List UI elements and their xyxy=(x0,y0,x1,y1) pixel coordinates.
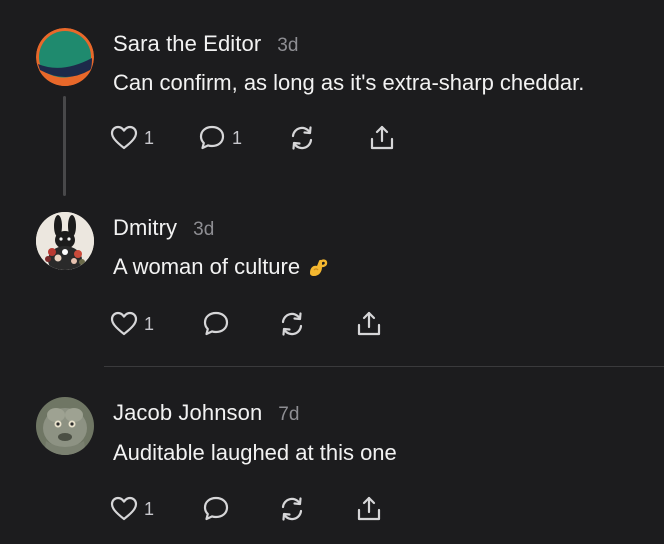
restack-button[interactable] xyxy=(278,309,306,339)
speech-bubble-icon xyxy=(199,125,225,150)
comment-thread: Sara the Editor 3d Can confirm, as long … xyxy=(0,0,664,544)
comment-text: Auditable laughed at this one xyxy=(113,440,397,465)
timestamp[interactable]: 3d xyxy=(277,35,298,57)
share-button[interactable] xyxy=(355,309,383,339)
furry-creature-avatar-icon xyxy=(36,397,94,455)
author-name[interactable]: Jacob Johnson xyxy=(113,400,262,426)
avatar[interactable] xyxy=(36,212,94,270)
reply-count: 1 xyxy=(232,127,243,148)
like-count: 1 xyxy=(144,313,155,334)
rabbit-with-flowers-avatar-icon xyxy=(36,212,94,270)
like-button[interactable]: 1 xyxy=(110,123,154,153)
pinching-hand-emoji-icon xyxy=(310,259,328,276)
share-button[interactable] xyxy=(355,494,383,524)
comment-text: Can confirm, as long as it's extra-sharp… xyxy=(113,70,585,95)
refresh-icon xyxy=(281,312,303,336)
reply-button[interactable]: 1 xyxy=(198,123,242,153)
refresh-icon xyxy=(281,497,303,521)
heart-icon xyxy=(110,125,138,150)
heart-icon xyxy=(110,496,138,521)
like-button[interactable]: 1 xyxy=(110,309,154,339)
share-icon xyxy=(357,311,381,336)
avatar[interactable] xyxy=(36,397,94,455)
timestamp[interactable]: 3d xyxy=(193,219,214,241)
refresh-icon xyxy=(291,126,313,150)
avatar[interactable] xyxy=(36,28,94,86)
thread-connector-line xyxy=(63,96,66,196)
author-name[interactable]: Dmitry xyxy=(113,215,177,241)
comment-actions: 1 xyxy=(110,494,430,524)
speech-bubble-icon xyxy=(203,311,229,336)
green-orange-circle-logo-icon xyxy=(36,28,94,86)
comment-text: A woman of culture xyxy=(113,254,301,279)
divider xyxy=(104,366,664,367)
reply-button[interactable] xyxy=(202,309,230,339)
restack-button[interactable] xyxy=(278,494,306,524)
like-button[interactable]: 1 xyxy=(110,494,154,524)
share-icon xyxy=(370,125,394,150)
author-name[interactable]: Sara the Editor xyxy=(113,31,261,57)
reply-button[interactable] xyxy=(202,494,230,524)
heart-icon xyxy=(110,311,138,336)
share-button[interactable] xyxy=(368,123,396,153)
like-count: 1 xyxy=(144,127,155,148)
timestamp[interactable]: 7d xyxy=(278,404,299,426)
restack-button[interactable] xyxy=(288,123,316,153)
speech-bubble-icon xyxy=(203,496,229,521)
comment-actions: 1 xyxy=(110,309,430,339)
comment-actions: 1 1 xyxy=(110,123,430,153)
like-count: 1 xyxy=(144,498,155,519)
share-icon xyxy=(357,496,381,521)
